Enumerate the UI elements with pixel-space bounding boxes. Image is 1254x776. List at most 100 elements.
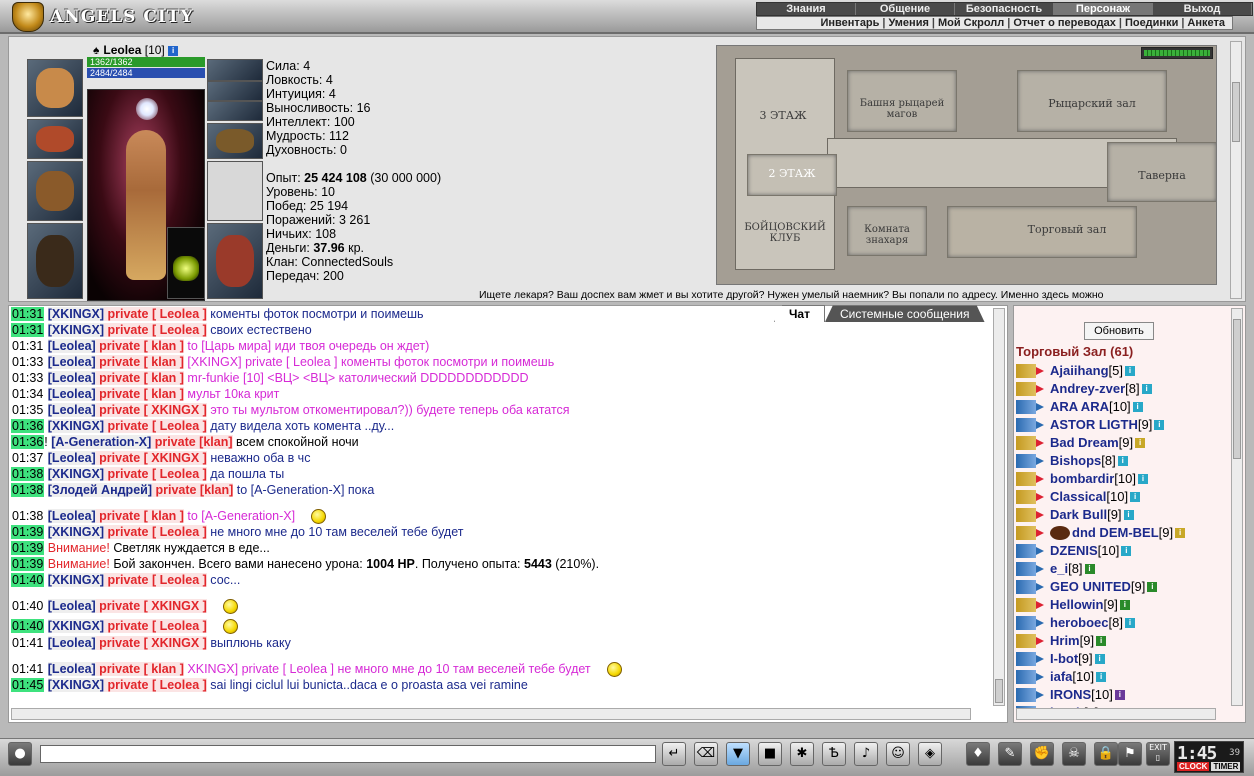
user-info-icon[interactable]: i xyxy=(1123,510,1134,520)
user-name[interactable]: DZENIS xyxy=(1050,542,1098,560)
submenu-item-1[interactable]: Умения xyxy=(886,17,932,29)
user-info-icon[interactable]: i xyxy=(1137,474,1148,484)
private-message-icon[interactable] xyxy=(1016,580,1044,594)
chat-time[interactable]: 01:38 xyxy=(11,509,44,523)
helmet-icon[interactable]: ◈ xyxy=(918,742,942,766)
chat-nick[interactable]: [Leolea] xyxy=(47,662,96,676)
chat-time[interactable]: 01:33 xyxy=(11,371,44,385)
chat-time[interactable]: 01:31 xyxy=(11,339,44,353)
weapon-slot[interactable] xyxy=(27,161,83,221)
chat-private-target[interactable]: private [ XKINGX ] xyxy=(95,636,207,650)
user-info-icon[interactable]: i xyxy=(1147,582,1158,592)
user-info-icon[interactable]: i xyxy=(1096,672,1107,682)
armor-slot[interactable] xyxy=(27,223,83,299)
chat-nick[interactable]: [XKINGX] xyxy=(47,525,105,539)
ring-slot-3[interactable] xyxy=(207,101,263,121)
private-message-icon[interactable] xyxy=(1016,418,1044,432)
save-icon[interactable]: ■ xyxy=(758,742,782,766)
user-list-item[interactable]: Dark Bull [9] i xyxy=(1016,506,1185,524)
ring-slot-2[interactable] xyxy=(207,81,263,101)
private-message-icon[interactable] xyxy=(1016,598,1044,612)
user-info-icon[interactable]: i xyxy=(1135,438,1146,448)
scroll-icon[interactable]: ✎ xyxy=(998,742,1022,766)
chat-time[interactable]: 01:41 xyxy=(11,636,44,650)
chat-time[interactable]: 01:31 xyxy=(11,323,45,337)
chat-time[interactable]: 01:40 xyxy=(11,573,45,587)
user-name[interactable]: Andrey-zver xyxy=(1050,380,1125,398)
user-list-item[interactable]: ASTOR LIGTH [9] i xyxy=(1016,416,1185,434)
chat-private-target[interactable]: private [klan] xyxy=(151,435,233,449)
private-message-icon[interactable] xyxy=(1016,526,1044,540)
menu-item-3[interactable]: Персонаж xyxy=(1054,3,1153,15)
chat-private-target[interactable]: private [ Leolea ] xyxy=(104,678,207,692)
chat-nick[interactable]: [Leolea] xyxy=(47,355,96,369)
chat-private-target[interactable]: private [ XKINGX ] xyxy=(95,403,207,417)
eraser-icon[interactable]: ⌫ xyxy=(694,742,718,766)
chat-private-target[interactable]: private [ XKINGX ] xyxy=(95,451,207,465)
submenu-item-4[interactable]: Поединки xyxy=(1122,17,1181,29)
user-name[interactable]: Hellowin xyxy=(1050,596,1103,614)
private-message-icon[interactable] xyxy=(1016,670,1044,684)
user-info-icon[interactable]: i xyxy=(1132,402,1143,412)
user-list-item[interactable]: Bishops [8] i xyxy=(1016,452,1185,470)
skull-icon[interactable]: ☠ xyxy=(1062,742,1086,766)
chat-nick[interactable]: [A-Generation-X] xyxy=(51,435,152,449)
user-info-icon[interactable]: i xyxy=(1121,546,1132,556)
users-hscrollbar[interactable] xyxy=(1016,708,1216,720)
timer-tab[interactable]: TIMER xyxy=(1211,762,1241,771)
info-icon[interactable]: i xyxy=(168,45,179,56)
private-message-icon[interactable] xyxy=(1016,472,1044,486)
submenu-item-3[interactable]: Отчет о переводах xyxy=(1010,17,1119,29)
gloves-slot[interactable] xyxy=(207,123,263,159)
user-info-icon[interactable]: i xyxy=(1096,636,1107,646)
smile-icon[interactable]: ☺ xyxy=(886,742,910,766)
chat-private-target[interactable]: private [ XKINGX ] xyxy=(95,599,207,613)
chat-nick[interactable]: [Leolea] xyxy=(47,371,96,385)
user-list-item[interactable]: GEO UNITED [9] i xyxy=(1016,578,1185,596)
user-info-icon[interactable]: i xyxy=(1130,492,1141,502)
sound-icon[interactable]: ♪ xyxy=(854,742,878,766)
chat-nick[interactable]: [XKINGX] xyxy=(47,573,105,587)
user-info-icon[interactable]: i xyxy=(1094,654,1105,664)
user-name[interactable]: I-bot xyxy=(1050,650,1078,668)
user-list-item[interactable]: heroboec [8] i xyxy=(1016,614,1185,632)
user-name[interactable]: e_i xyxy=(1050,560,1068,578)
user-list-item[interactable]: Bad Dream [9] i xyxy=(1016,434,1185,452)
user-name[interactable]: heroboec xyxy=(1050,614,1109,632)
user-list-item[interactable]: IRONS [10] i xyxy=(1016,686,1185,704)
chat-private-target[interactable]: private [ klan ] xyxy=(95,339,184,353)
user-name[interactable]: Hrim xyxy=(1050,632,1080,650)
user-list-item[interactable]: Hellowin [9] i xyxy=(1016,596,1185,614)
chat-nick[interactable]: [Leolea] xyxy=(47,599,96,613)
chat-private-target[interactable]: private [ klan ] xyxy=(95,387,184,401)
user-info-icon[interactable]: i xyxy=(1117,456,1128,466)
menu-item-4[interactable]: Выход xyxy=(1153,3,1252,15)
user-list-item[interactable]: Andrey-zver [8] i xyxy=(1016,380,1185,398)
user-list-item[interactable]: Classical [10] i xyxy=(1016,488,1185,506)
flag-icon[interactable]: ⚑ xyxy=(1118,742,1142,766)
user-name[interactable]: Ajaiihang xyxy=(1050,362,1109,380)
chat-private-target[interactable]: private [ Leolea ] xyxy=(104,467,207,481)
user-name[interactable]: Dark Bull xyxy=(1050,506,1107,524)
user-info-icon[interactable]: i xyxy=(1124,618,1135,628)
user-info-icon[interactable]: i xyxy=(1124,366,1135,376)
submenu-item-0[interactable]: Инвентарь xyxy=(818,17,883,29)
private-message-icon[interactable] xyxy=(1016,400,1044,414)
chat-mode-icon[interactable]: ● xyxy=(8,742,32,766)
user-info-icon[interactable]: i xyxy=(1084,564,1095,574)
main-scrollbar[interactable] xyxy=(1230,41,1242,299)
private-message-icon[interactable] xyxy=(1016,508,1044,522)
chat-nick[interactable]: [XKINGX] xyxy=(47,419,105,433)
tab-system-messages[interactable]: Системные сообщения xyxy=(825,305,985,322)
chat-time[interactable]: 01:38 xyxy=(11,467,45,481)
user-list-item[interactable]: bombardir [10] i xyxy=(1016,470,1185,488)
user-name[interactable]: GEO UNITED xyxy=(1050,578,1131,596)
exit-icon[interactable]: EXIT ▯ xyxy=(1146,742,1170,766)
user-list-item[interactable]: e_i [8] i xyxy=(1016,560,1185,578)
amulet-slot[interactable] xyxy=(27,119,83,159)
chat-time[interactable]: 01:37 xyxy=(11,451,44,465)
user-list-item[interactable]: dnd DEM-BEL [9] i xyxy=(1016,524,1186,542)
chat-nick[interactable]: [Злодей Андрей] xyxy=(47,483,152,497)
chat-time[interactable]: 01:40 xyxy=(11,619,45,633)
chat-nick[interactable]: [Leolea] xyxy=(47,451,96,465)
